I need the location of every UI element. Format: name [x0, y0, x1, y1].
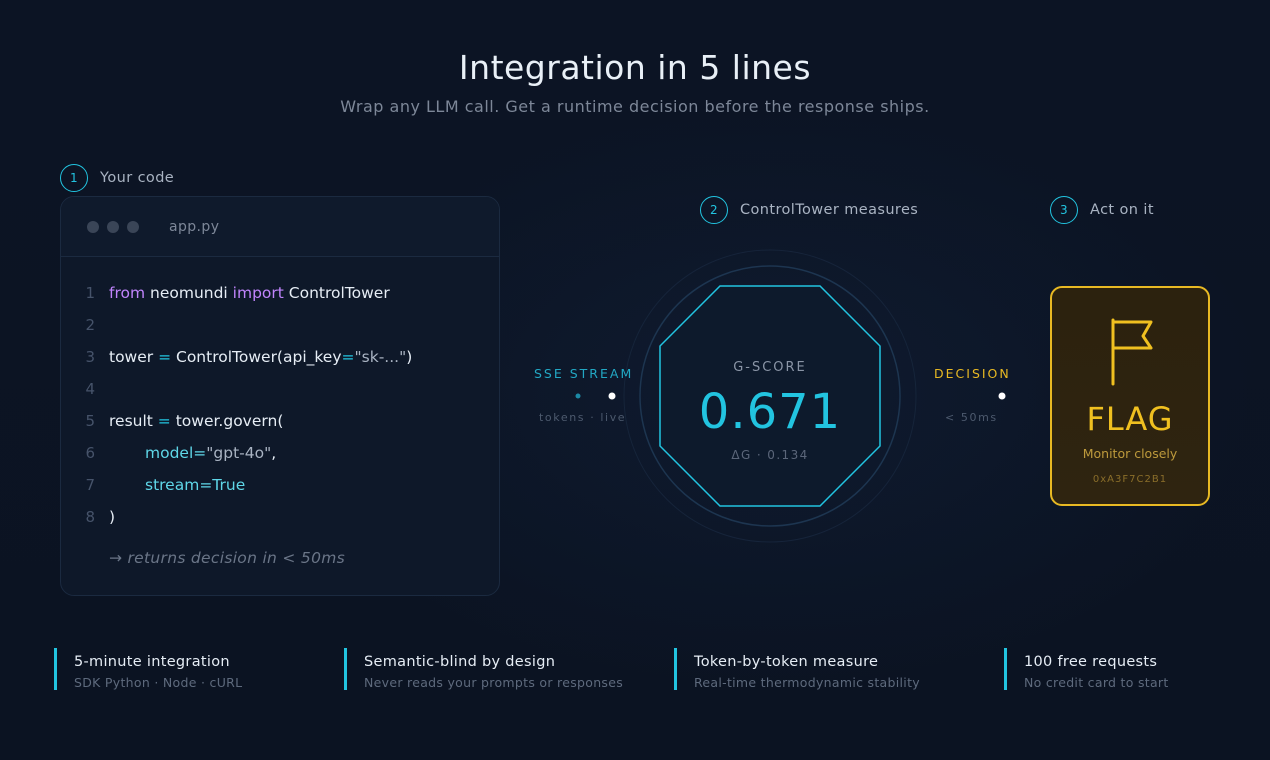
sse-stream-sub: tokens · live [539, 411, 627, 424]
verdict-card: FLAG Monitor closely 0xA3F7C2B1 [1050, 286, 1210, 506]
feature-item: Semantic-blind by design Never reads you… [344, 648, 623, 690]
feature-sub: Never reads your prompts or responses [364, 675, 624, 690]
feature-sub: Real-time thermodynamic stability [694, 675, 920, 690]
feature-title: Semantic-blind by design [364, 654, 556, 670]
stream-dot-icon [575, 393, 581, 399]
verdict-hash: 0xA3F7C2B1 [1092, 474, 1168, 485]
feature-item: Token-by-token measure Real-time thermod… [674, 648, 920, 690]
feature-title: 5-minute integration [74, 654, 230, 670]
feature-title: 100 free requests [1024, 654, 1158, 670]
feature-title: Token-by-token measure [694, 654, 879, 670]
stream-dot-icon [608, 392, 616, 400]
integration-section: Integration in 5 lines Wrap any LLM call… [0, 0, 1270, 760]
gscore-label: G-SCORE [733, 360, 807, 375]
verdict-sub: Monitor closely [1082, 446, 1178, 461]
decision-sub: < 50ms [945, 411, 998, 424]
feature-item: 100 free requests No credit card to star… [1004, 648, 1169, 690]
decision-label: DECISION [934, 366, 1011, 381]
feature-item: 5-minute integration SDK Python · Node ·… [54, 648, 242, 690]
gscore-delta: ΔG · 0.134 [731, 448, 809, 462]
decision-dot-icon [998, 392, 1006, 400]
verdict-word: FLAG [1086, 400, 1174, 438]
feature-sub: No credit card to start [1024, 675, 1169, 690]
feature-sub: SDK Python · Node · cURL [74, 675, 243, 690]
gscore-value: 0.671 [698, 384, 842, 440]
flag-icon [1111, 318, 1153, 386]
sse-stream-label: SSE STREAM [534, 366, 634, 381]
